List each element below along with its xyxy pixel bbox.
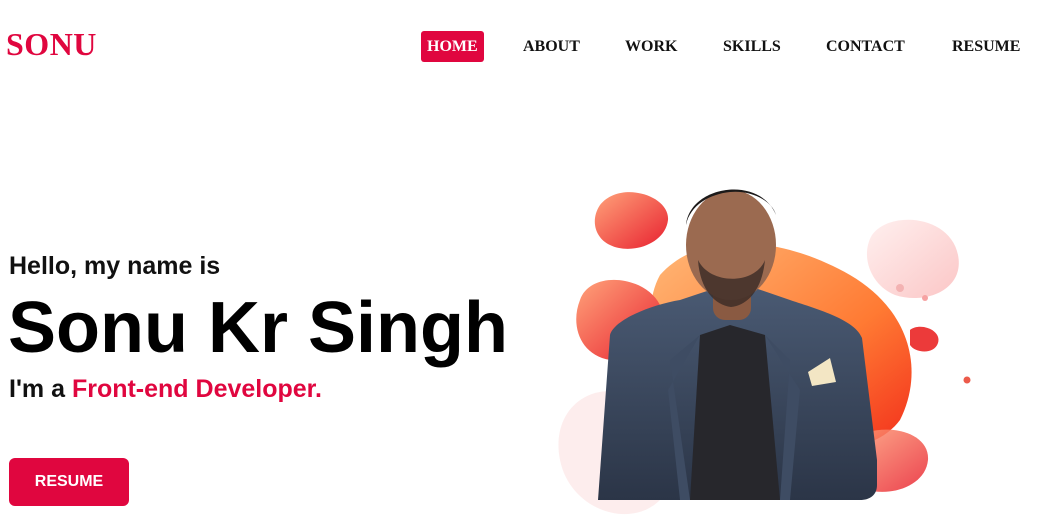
nav-skills[interactable]: SKILLS bbox=[723, 31, 781, 62]
nav-resume[interactable]: RESUME bbox=[952, 31, 1020, 62]
resume-button[interactable]: RESUME bbox=[9, 458, 129, 506]
role-highlight: Front-end Developer. bbox=[71, 375, 322, 403]
nav-about[interactable]: ABOUT bbox=[523, 31, 580, 62]
nav-contact[interactable]: CONTACT bbox=[826, 31, 905, 62]
main-nav: HOME ABOUT WORK SKILLS CONTACT RESUME bbox=[0, 31, 1039, 62]
role-prefix: I'm a bbox=[9, 375, 65, 403]
hero-name: Sonu Kr Singh bbox=[8, 288, 508, 368]
hero-illustration bbox=[558, 189, 971, 515]
hero-role: I'm a Front-end Developer. bbox=[9, 375, 322, 404]
hero-greeting: Hello, my name is bbox=[9, 252, 221, 280]
nav-work[interactable]: WORK bbox=[625, 31, 677, 62]
nav-home[interactable]: HOME bbox=[421, 31, 484, 62]
